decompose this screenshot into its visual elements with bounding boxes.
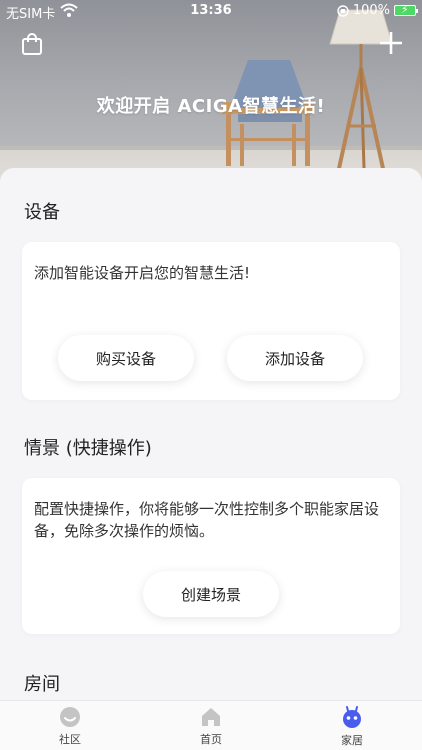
tab-smart-home-label: 家居 xyxy=(341,733,363,747)
status-bar: 无SIM卡 13:36 100% ⚡ xyxy=(0,0,422,22)
tab-bar: 社区 首页 家居 xyxy=(0,700,422,750)
add-icon[interactable] xyxy=(378,30,404,56)
shopping-bag-icon[interactable] xyxy=(20,32,44,56)
scenes-section-title: 情景 (快捷操作) xyxy=(24,438,152,459)
orientation-lock-icon xyxy=(337,4,349,17)
battery-icon: ⚡ xyxy=(394,3,418,16)
devices-card: 添加智能设备开启您的智慧生活! 购买设备 添加设备 xyxy=(22,242,400,400)
tab-smart-home[interactable]: 家居 xyxy=(282,701,422,750)
scenes-description: 配置快捷操作，你将能够一次性控制多个职能家居设备，免除多次操作的烦恼。 xyxy=(34,500,380,540)
content-sheet: 设备 添加智能设备开启您的智慧生活! 购买设备 添加设备 情景 (快捷操作) 配… xyxy=(0,168,422,708)
rooms-section-title: 房间 xyxy=(24,674,60,695)
buy-device-button[interactable]: 购买设备 xyxy=(58,335,194,381)
add-device-button[interactable]: 添加设备 xyxy=(227,335,363,381)
tab-community[interactable]: 社区 xyxy=(0,701,140,750)
create-scene-button[interactable]: 创建场景 xyxy=(143,571,279,617)
scenes-card: 配置快捷操作，你将能够一次性控制多个职能家居设备，免除多次操作的烦恼。 创建场景 xyxy=(22,478,400,634)
battery-percent: 100% xyxy=(352,3,390,18)
devices-section-title: 设备 xyxy=(24,202,60,223)
smiley-icon xyxy=(60,706,80,727)
tab-home[interactable]: 首页 xyxy=(141,701,281,750)
tab-community-label: 社区 xyxy=(59,732,81,746)
welcome-title: 欢迎开启 ACIGA智慧生活! xyxy=(96,96,326,117)
status-right: 100% ⚡ xyxy=(337,3,418,18)
devices-description: 添加智能设备开启您的智慧生活! xyxy=(34,264,251,282)
robot-icon xyxy=(343,705,361,728)
home-icon xyxy=(202,707,220,726)
tab-home-label: 首页 xyxy=(200,732,222,746)
